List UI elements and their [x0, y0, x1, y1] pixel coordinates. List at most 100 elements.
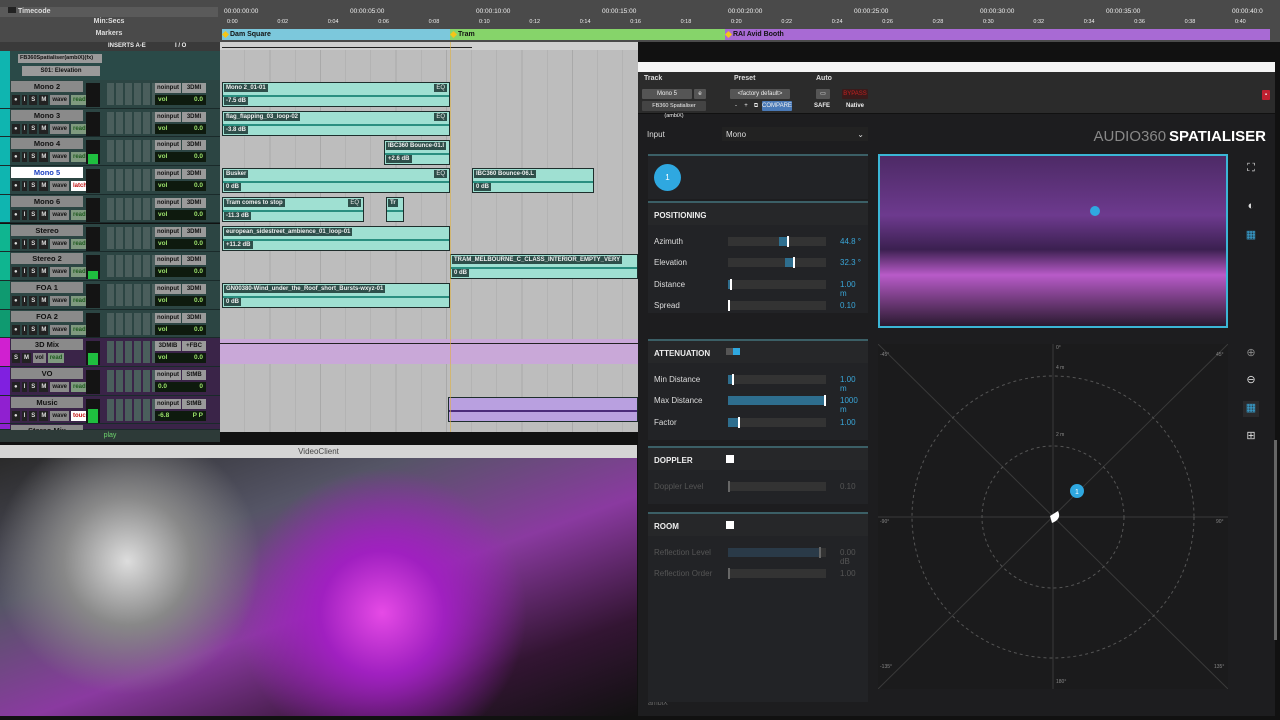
volume-readout[interactable]: vol 0.0 [155, 152, 206, 163]
input-monitor-button[interactable]: I [21, 267, 28, 278]
input-select[interactable]: noinput [155, 283, 181, 294]
param-slider[interactable] [728, 236, 826, 247]
track-name[interactable]: Mono 6 [11, 195, 83, 207]
clip-gain[interactable]: 0 dB [224, 183, 242, 191]
360-video-preview[interactable] [878, 154, 1228, 328]
param-value[interactable]: 1.00 [840, 418, 856, 427]
track-select[interactable]: Mono 5 [642, 89, 692, 99]
clip-gain[interactable]: 0 dB [224, 298, 242, 306]
input-select[interactable]: noinput [155, 226, 181, 237]
mute-button[interactable]: M [39, 181, 49, 192]
solo-button[interactable]: S [29, 123, 38, 134]
record-button[interactable]: ● [12, 152, 20, 163]
audio-clip[interactable]: Mono 2_01-01 -7.5 dB EQ [222, 82, 450, 107]
track-name[interactable]: Stereo [11, 224, 83, 236]
automation-line[interactable] [220, 42, 638, 50]
audio-clip[interactable]: TRAM_MELBOURNE_C_CLASS_INTERIOR_EMPTY_VE… [450, 254, 638, 279]
record-button[interactable]: ● [12, 95, 20, 105]
zoom-in-icon[interactable]: ⊕ [1243, 346, 1259, 362]
input-select[interactable]: noinput [155, 370, 181, 380]
auto-window-icon[interactable]: ▭ [816, 89, 830, 99]
record-button[interactable]: ● [12, 123, 20, 134]
preset-next-button[interactable]: + [742, 101, 750, 111]
mute-button[interactable]: M [39, 209, 49, 220]
volume-readout[interactable]: vol 0.0 [155, 324, 206, 335]
plugin-select[interactable]: FB360 Spatialiser (ambiX) [642, 101, 706, 119]
automation-param-select[interactable]: S01: Elevation [22, 66, 100, 76]
track-stereo[interactable]: Stereo ● I S Mwave read noinput 3DMI vol 0.0 [0, 223, 220, 253]
preset-prev-button[interactable]: - [732, 101, 740, 111]
audio-clip[interactable]: Tram comes to stop -11.3 dB EQ [222, 197, 364, 222]
input-select[interactable]: noinput [155, 197, 181, 208]
insert-slots[interactable] [107, 226, 155, 249]
solo-button[interactable]: S [29, 152, 38, 163]
clip-gain[interactable]: 0 dB [474, 183, 492, 191]
insert-slots[interactable] [107, 283, 155, 306]
record-button[interactable]: ● [12, 238, 20, 249]
param-slider[interactable] [728, 395, 826, 407]
mute-button[interactable]: M [39, 238, 49, 249]
param-value[interactable]: 1.00 m [840, 375, 864, 393]
copy-icon[interactable]: ⧉ [752, 101, 760, 111]
solo-button[interactable]: S [29, 410, 38, 421]
input-monitor-button[interactable]: I [21, 295, 28, 306]
param-slider[interactable] [728, 416, 826, 428]
input-select[interactable]: noinput [155, 255, 181, 266]
record-button[interactable]: ● [12, 410, 20, 421]
clip-gain[interactable]: -3.8 dB [224, 126, 249, 134]
insert-slots[interactable] [107, 398, 155, 421]
track-foa-1[interactable]: FOA 1 ● I S Mwave read noinput 3DMI vol 0.0 [0, 280, 220, 310]
track-name[interactable]: FOA 2 [11, 310, 83, 322]
audio-clip[interactable]: Busker 0 dB EQ [222, 168, 450, 193]
view-selector[interactable]: wave [50, 267, 69, 278]
mute-button[interactable]: M [39, 382, 49, 392]
insert-slots[interactable] [107, 370, 155, 392]
track-mono-5[interactable]: Mono 5 ● I S Mwave latch noinput 3DMI vol 0.0 [0, 166, 220, 195]
output-select[interactable]: 3DMI [182, 169, 206, 180]
insert-slots[interactable] [107, 111, 155, 134]
top-down-radar[interactable]: 1 0° -45° 45° -90° 90° -135° 135° 180° 4… [877, 343, 1229, 690]
marker[interactable]: Tram [450, 29, 725, 40]
mute-button[interactable]: M [39, 324, 49, 335]
volume-readout[interactable]: vol 0.0 [155, 181, 206, 192]
scrollbar[interactable] [1274, 440, 1277, 640]
record-button[interactable]: ● [12, 181, 20, 192]
marker[interactable]: RAI Avid Booth [725, 29, 1270, 40]
view-selector[interactable]: wave [50, 95, 69, 105]
track-name[interactable]: 3D Mix [11, 339, 83, 351]
insert-slots[interactable] [107, 169, 155, 192]
param-value[interactable]: 1000 m [840, 396, 864, 414]
3d-mix-lane[interactable] [220, 339, 638, 364]
mute-button[interactable]: M [39, 267, 49, 278]
input-monitor-button[interactable]: I [21, 382, 28, 392]
track-music[interactable]: Music ● I S Mwave touch noinput StMB -6.8 P P [0, 395, 220, 425]
view-selector[interactable]: vol [33, 353, 46, 364]
view-selector[interactable]: wave [50, 209, 69, 220]
plugin-titlebar[interactable] [638, 62, 1275, 72]
output-select[interactable]: 3DMI [182, 283, 206, 294]
param-slider[interactable] [728, 547, 826, 558]
attenuation-toggle[interactable] [726, 348, 740, 355]
volume-readout[interactable]: -6.8 P P [155, 410, 206, 421]
audio-clip[interactable]: Tr [386, 197, 404, 222]
audio-clip[interactable]: european_sidestreet_ambience_01_loop-01 +… [222, 226, 450, 251]
param-value[interactable]: 1.00 m [840, 280, 864, 298]
music-clip[interactable] [448, 397, 638, 422]
input-select[interactable]: noinput [155, 312, 181, 323]
param-value[interactable]: 0.10 [840, 301, 856, 310]
bypass-button[interactable]: BYPASS [842, 89, 868, 99]
automation-mode[interactable]: read [47, 353, 65, 364]
clip-gain[interactable]: -7.5 dB [224, 97, 249, 105]
input-select[interactable]: noinput [155, 169, 181, 180]
slider-thumb[interactable] [728, 299, 730, 311]
solo-button[interactable]: S [29, 181, 38, 192]
input-monitor-button[interactable]: I [21, 209, 28, 220]
output-select[interactable]: StMB [182, 370, 206, 380]
mute-button[interactable]: M [39, 295, 49, 306]
view-selector[interactable]: wave [50, 123, 69, 134]
slider-thumb[interactable] [737, 416, 740, 428]
input-monitor-button[interactable]: I [21, 95, 28, 105]
track-mono-6[interactable]: Mono 6 ● I S Mwave read noinput 3DMI vol 0.0 [0, 194, 220, 224]
plugin-close-icon[interactable]: ▪ [1262, 90, 1270, 100]
track-name[interactable]: Mono 3 [11, 109, 83, 121]
